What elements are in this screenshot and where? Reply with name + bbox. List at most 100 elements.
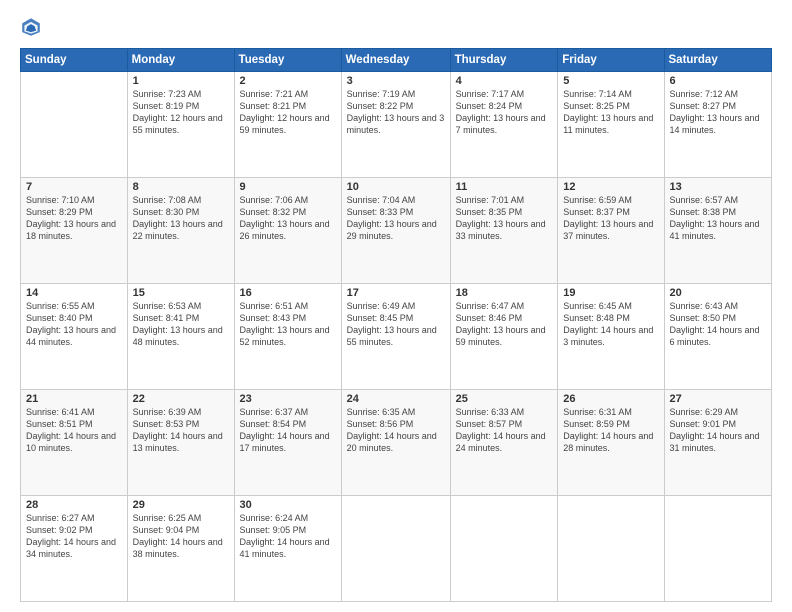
day-info: Sunrise: 7:23 AMSunset: 8:19 PMDaylight:… — [133, 89, 223, 135]
day-cell: 2 Sunrise: 7:21 AMSunset: 8:21 PMDaylight… — [234, 72, 341, 178]
col-header-wednesday: Wednesday — [341, 49, 450, 72]
day-number: 22 — [133, 393, 229, 405]
day-info: Sunrise: 6:47 AMSunset: 8:46 PMDaylight:… — [456, 301, 546, 347]
day-info: Sunrise: 6:35 AMSunset: 8:56 PMDaylight:… — [347, 407, 437, 453]
day-cell: 17 Sunrise: 6:49 AMSunset: 8:45 PMDayligh… — [341, 284, 450, 390]
day-cell: 14 Sunrise: 6:55 AMSunset: 8:40 PMDayligh… — [21, 284, 128, 390]
col-header-monday: Monday — [127, 49, 234, 72]
day-number: 6 — [670, 75, 767, 87]
day-info: Sunrise: 6:37 AMSunset: 8:54 PMDaylight:… — [240, 407, 330, 453]
day-number: 1 — [133, 75, 229, 87]
week-row-5: 28 Sunrise: 6:27 AMSunset: 9:02 PMDayligh… — [21, 496, 772, 602]
day-number: 12 — [563, 181, 658, 193]
day-info: Sunrise: 6:27 AMSunset: 9:02 PMDaylight:… — [26, 513, 116, 559]
day-cell: 18 Sunrise: 6:47 AMSunset: 8:46 PMDayligh… — [450, 284, 558, 390]
day-number: 27 — [670, 393, 767, 405]
day-cell: 9Sunrise: 7:06 AMSunset: 8:32 PMDaylight… — [234, 178, 341, 284]
day-info: Sunrise: 7:04 AMSunset: 8:33 PMDaylight:… — [347, 195, 437, 241]
day-number: 17 — [347, 287, 445, 299]
day-info: Sunrise: 6:31 AMSunset: 8:59 PMDaylight:… — [563, 407, 653, 453]
day-info: Sunrise: 6:33 AMSunset: 8:57 PMDaylight:… — [456, 407, 546, 453]
day-info: Sunrise: 7:19 AMSunset: 8:22 PMDaylight:… — [347, 89, 445, 135]
day-info: Sunrise: 6:59 AMSunset: 8:37 PMDaylight:… — [563, 195, 653, 241]
col-header-sunday: Sunday — [21, 49, 128, 72]
day-info: Sunrise: 6:29 AMSunset: 9:01 PMDaylight:… — [670, 407, 760, 453]
day-cell: 11Sunrise: 7:01 AMSunset: 8:35 PMDayligh… — [450, 178, 558, 284]
day-info: Sunrise: 6:43 AMSunset: 8:50 PMDaylight:… — [670, 301, 760, 347]
day-cell: 5 Sunrise: 7:14 AMSunset: 8:25 PMDaylight… — [558, 72, 664, 178]
day-cell: 27 Sunrise: 6:29 AMSunset: 9:01 PMDayligh… — [664, 390, 772, 496]
day-info: Sunrise: 6:45 AMSunset: 8:48 PMDaylight:… — [563, 301, 653, 347]
day-info: Sunrise: 6:51 AMSunset: 8:43 PMDaylight:… — [240, 301, 330, 347]
day-info: Sunrise: 7:21 AMSunset: 8:21 PMDaylight:… — [240, 89, 330, 135]
day-number: 20 — [670, 287, 767, 299]
day-info: Sunrise: 6:55 AMSunset: 8:40 PMDaylight:… — [26, 301, 116, 347]
week-row-2: 7 Sunrise: 7:10 AMSunset: 8:29 PMDaylight… — [21, 178, 772, 284]
day-number: 23 — [240, 393, 336, 405]
day-number: 29 — [133, 499, 229, 511]
day-number: 2 — [240, 75, 336, 87]
header — [20, 16, 772, 38]
day-number: 26 — [563, 393, 658, 405]
day-number: 18 — [456, 287, 553, 299]
week-row-1: 1 Sunrise: 7:23 AMSunset: 8:19 PMDaylight… — [21, 72, 772, 178]
day-cell: 3Sunrise: 7:19 AMSunset: 8:22 PMDaylight… — [341, 72, 450, 178]
day-number: 16 — [240, 287, 336, 299]
day-number: 24 — [347, 393, 445, 405]
day-number: 4 — [456, 75, 553, 87]
day-number: 14 — [26, 287, 122, 299]
day-info: Sunrise: 6:57 AMSunset: 8:38 PMDaylight:… — [670, 195, 760, 241]
day-number: 15 — [133, 287, 229, 299]
col-header-friday: Friday — [558, 49, 664, 72]
day-info: Sunrise: 7:10 AMSunset: 8:29 PMDaylight:… — [26, 195, 116, 241]
day-cell: 21Sunrise: 6:41 AMSunset: 8:51 PMDayligh… — [21, 390, 128, 496]
col-header-thursday: Thursday — [450, 49, 558, 72]
page: SundayMondayTuesdayWednesdayThursdayFrid… — [0, 0, 792, 612]
day-info: Sunrise: 6:49 AMSunset: 8:45 PMDaylight:… — [347, 301, 437, 347]
day-info: Sunrise: 6:53 AMSunset: 8:41 PMDaylight:… — [133, 301, 223, 347]
day-cell: 22 Sunrise: 6:39 AMSunset: 8:53 PMDayligh… — [127, 390, 234, 496]
day-info: Sunrise: 7:14 AMSunset: 8:25 PMDaylight:… — [563, 89, 653, 135]
day-cell — [664, 496, 772, 602]
day-info: Sunrise: 7:12 AMSunset: 8:27 PMDaylight:… — [670, 89, 760, 135]
day-number: 30 — [240, 499, 336, 511]
day-info: Sunrise: 6:24 AMSunset: 9:05 PMDaylight:… — [240, 513, 330, 559]
day-cell: 1 Sunrise: 7:23 AMSunset: 8:19 PMDaylight… — [127, 72, 234, 178]
day-cell: 28 Sunrise: 6:27 AMSunset: 9:02 PMDayligh… — [21, 496, 128, 602]
calendar-header-row: SundayMondayTuesdayWednesdayThursdayFrid… — [21, 49, 772, 72]
day-info: Sunrise: 7:01 AMSunset: 8:35 PMDaylight:… — [456, 195, 546, 241]
week-row-3: 14 Sunrise: 6:55 AMSunset: 8:40 PMDayligh… — [21, 284, 772, 390]
day-cell: 30 Sunrise: 6:24 AMSunset: 9:05 PMDayligh… — [234, 496, 341, 602]
day-number: 13 — [670, 181, 767, 193]
day-number: 10 — [347, 181, 445, 193]
day-cell: 12 Sunrise: 6:59 AMSunset: 8:37 PMDayligh… — [558, 178, 664, 284]
day-cell: 23 Sunrise: 6:37 AMSunset: 8:54 PMDayligh… — [234, 390, 341, 496]
day-cell: 10 Sunrise: 7:04 AMSunset: 8:33 PMDayligh… — [341, 178, 450, 284]
day-cell: 7 Sunrise: 7:10 AMSunset: 8:29 PMDaylight… — [21, 178, 128, 284]
day-info: Sunrise: 7:06 AMSunset: 8:32 PMDaylight:… — [240, 195, 330, 241]
day-cell: 8 Sunrise: 7:08 AMSunset: 8:30 PMDaylight… — [127, 178, 234, 284]
day-number: 7 — [26, 181, 122, 193]
day-info: Sunrise: 6:41 AMSunset: 8:51 PMDaylight:… — [26, 407, 116, 453]
day-cell: 13 Sunrise: 6:57 AMSunset: 8:38 PMDayligh… — [664, 178, 772, 284]
day-cell: 26 Sunrise: 6:31 AMSunset: 8:59 PMDayligh… — [558, 390, 664, 496]
col-header-tuesday: Tuesday — [234, 49, 341, 72]
day-cell — [341, 496, 450, 602]
day-number: 8 — [133, 181, 229, 193]
day-info: Sunrise: 7:08 AMSunset: 8:30 PMDaylight:… — [133, 195, 223, 241]
day-number: 25 — [456, 393, 553, 405]
logo-icon — [20, 16, 42, 38]
day-cell: 4Sunrise: 7:17 AMSunset: 8:24 PMDaylight… — [450, 72, 558, 178]
day-number: 19 — [563, 287, 658, 299]
day-info: Sunrise: 6:39 AMSunset: 8:53 PMDaylight:… — [133, 407, 223, 453]
day-cell — [21, 72, 128, 178]
day-cell — [558, 496, 664, 602]
col-header-saturday: Saturday — [664, 49, 772, 72]
day-cell: 29Sunrise: 6:25 AMSunset: 9:04 PMDayligh… — [127, 496, 234, 602]
day-cell: 19 Sunrise: 6:45 AMSunset: 8:48 PMDayligh… — [558, 284, 664, 390]
day-cell: 15 Sunrise: 6:53 AMSunset: 8:41 PMDayligh… — [127, 284, 234, 390]
day-number: 28 — [26, 499, 122, 511]
day-number: 5 — [563, 75, 658, 87]
calendar-table: SundayMondayTuesdayWednesdayThursdayFrid… — [20, 48, 772, 602]
day-cell: 25 Sunrise: 6:33 AMSunset: 8:57 PMDayligh… — [450, 390, 558, 496]
